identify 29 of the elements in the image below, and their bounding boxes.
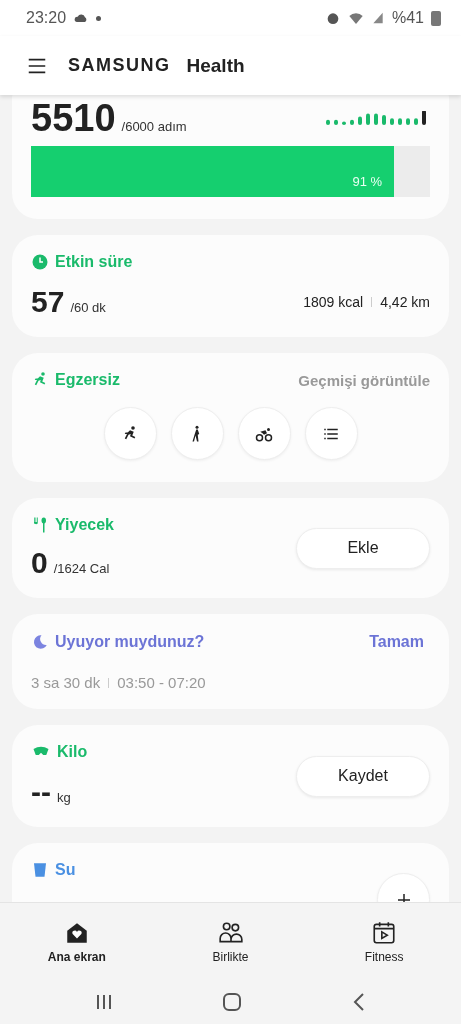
food-calories: 0 [31, 546, 48, 579]
card-title: Egzersiz [31, 371, 120, 389]
brand-logo: SAMSUNG [68, 55, 171, 76]
save-button[interactable]: Kaydet [296, 755, 430, 797]
steps-count: 5510 [31, 97, 116, 139]
weight-unit: kg [57, 790, 71, 805]
battery-percent: %41 [391, 9, 424, 27]
clock-time: 23:20 [26, 9, 67, 27]
nav-tab[interactable]: Birlikte [153, 903, 308, 980]
steps-target: /6000 adım [121, 119, 187, 134]
nav-tab[interactable]: Fitness [307, 903, 461, 980]
card-title: Uyuyor muydunuz? [31, 633, 205, 651]
weight-value: -- [31, 775, 51, 808]
food-target: /1624 Cal [53, 561, 110, 576]
active-target: /60 dk [70, 300, 106, 315]
sleep-duration: 3 sa 30 dk [31, 674, 101, 691]
card-title: Etkin süre [31, 253, 430, 271]
nav-tab[interactable]: Ana ekran [0, 903, 154, 980]
app-name: Health [186, 54, 245, 77]
card-title: Kilo [31, 743, 88, 761]
confirm-button[interactable]: Tamam [363, 632, 430, 652]
active-minutes: 57 [31, 285, 65, 318]
sleep-range: 03:50 - 07:20 [117, 674, 206, 691]
card-title: Yiyecek [31, 516, 114, 534]
activity-stat: 4,42 km [380, 294, 430, 310]
card-title: Su [31, 861, 76, 879]
add-button[interactable]: Ekle [296, 527, 430, 569]
activity-stat: 1809 kcal [303, 294, 364, 310]
steps-percent: 91 % [352, 174, 383, 189]
